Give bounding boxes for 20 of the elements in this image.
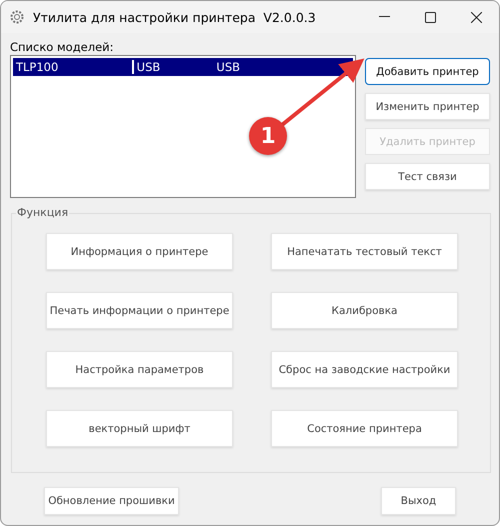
- function-button[interactable]: Калибровка: [271, 292, 458, 329]
- gear-icon: [9, 9, 25, 25]
- bottom-button[interactable]: Обновление прошивки: [44, 487, 179, 515]
- function-button[interactable]: Настройка параметров: [46, 351, 233, 388]
- function-button[interactable]: Напечатать тестовый текст: [271, 233, 458, 270]
- function-button[interactable]: Информация о принтере: [46, 233, 233, 270]
- list-label: Списко моделей:: [10, 40, 114, 54]
- side-button[interactable]: Изменить принтер: [365, 93, 490, 120]
- side-button[interactable]: Тест связи: [365, 163, 490, 190]
- bottom-button[interactable]: Выход: [381, 487, 456, 515]
- function-button[interactable]: Печать информации о принтере: [46, 292, 233, 329]
- function-button[interactable]: Сброс на заводские настройки: [271, 351, 458, 388]
- side-button[interactable]: Добавить принтер: [365, 58, 490, 85]
- window-title: Утилита для настройки принтера V2.0.0.3: [33, 10, 317, 24]
- group-title: Функция: [16, 206, 70, 219]
- table-cell-text: USB: [215, 60, 242, 74]
- function-button[interactable]: векторный шрифт: [46, 410, 233, 447]
- function-button[interactable]: Состояние принтера: [271, 410, 458, 447]
- table-cell: TLP100: [13, 60, 134, 74]
- table-cell-text: USB: [136, 60, 162, 74]
